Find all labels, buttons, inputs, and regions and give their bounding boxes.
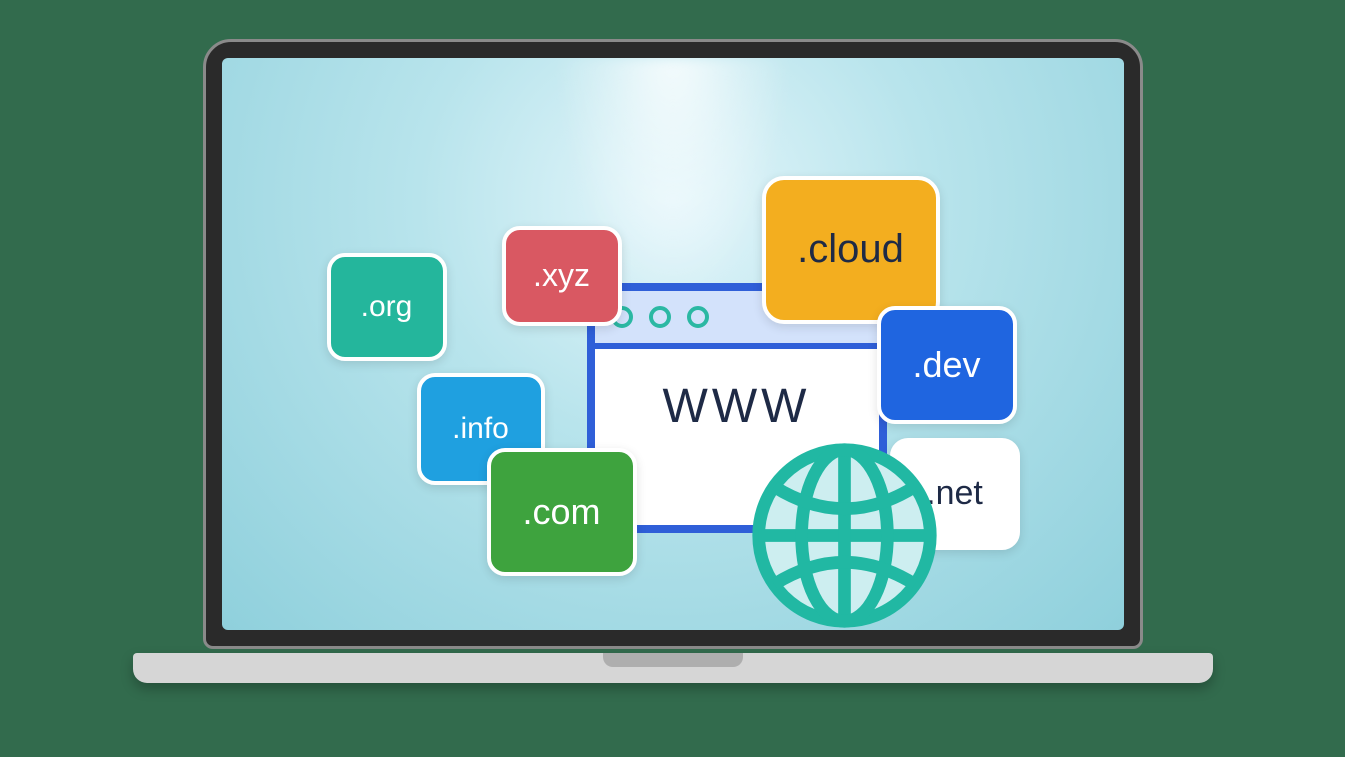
laptop-bezel: WWW .org .xyz .cloud .dev .info .net .co…	[203, 39, 1143, 649]
laptop-base	[133, 653, 1213, 683]
traffic-light-icon	[687, 306, 709, 328]
traffic-light-icon	[649, 306, 671, 328]
laptop-illustration: WWW .org .xyz .cloud .dev .info .net .co…	[133, 39, 1213, 719]
globe-icon	[747, 438, 942, 630]
www-label: WWW	[595, 379, 879, 434]
tld-badge-xyz: .xyz	[502, 226, 622, 326]
laptop-notch	[603, 653, 743, 667]
tld-badge-dev: .dev	[877, 306, 1017, 424]
tld-badge-cloud: .cloud	[762, 176, 940, 324]
laptop-screen: WWW .org .xyz .cloud .dev .info .net .co…	[222, 58, 1124, 630]
tld-badge-org: .org	[327, 253, 447, 361]
tld-badge-com: .com	[487, 448, 637, 576]
illustration-stage: WWW .org .xyz .cloud .dev .info .net .co…	[222, 58, 1124, 630]
